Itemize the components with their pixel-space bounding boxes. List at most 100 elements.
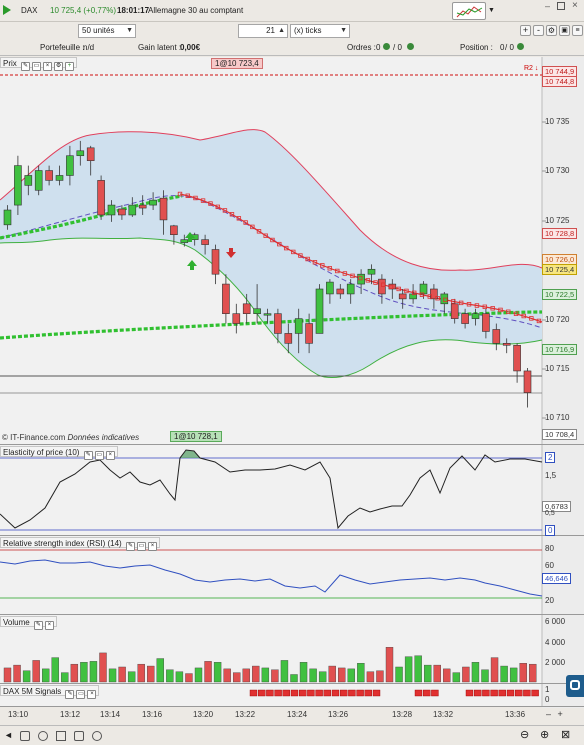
reset-view-icon[interactable]: ⊠ [561,728,570,741]
ticks-stepper-icon[interactable]: ▲ [278,25,285,37]
watermark-italic: Données indicatives [67,433,140,442]
side-panel-toggle[interactable] [566,675,584,697]
add-icon[interactable]: + [65,62,75,71]
volume-bar [443,668,451,683]
volume-bar [166,669,174,683]
volume-bar [328,665,336,683]
units-dropdown[interactable]: 50 unités ▼ [78,24,136,38]
volume-bar [271,669,279,683]
wrench-icon[interactable]: ✎ [65,690,75,699]
wrench-icon[interactable]: ✎ [21,62,31,71]
units-chevron-down-icon: ▼ [126,27,133,34]
tool-icon-2[interactable] [38,731,48,741]
volume-bar [61,672,69,683]
volume-bar [252,665,260,683]
instrument-name[interactable]: DAX [21,6,37,15]
candle-body [492,329,501,344]
candle-body [502,343,511,346]
candle-body [222,283,230,314]
chart-icon[interactable] [452,2,486,20]
top-bar: DAX 10 725,4 (+0,77%) 18:01:17 Allemagne… [0,0,584,22]
minimize-icon[interactable]: – [545,1,550,11]
tool-icon-5[interactable] [92,731,102,741]
tool-icon-1[interactable] [20,731,30,741]
volume-bar [70,663,79,683]
close-circle-icon[interactable]: × [87,690,97,699]
volume-bar [433,664,441,683]
list-icon[interactable]: ≡ [572,25,583,36]
volume-bar [261,667,270,683]
close-circle-icon[interactable]: × [43,62,53,71]
green-play-icon [3,5,11,15]
tool-icon-4[interactable] [74,731,84,741]
signal-marker [258,689,266,697]
zoom-magnifier-minus-icon[interactable]: ⊖ [520,728,529,741]
wrench-icon[interactable]: ✎ [33,621,43,630]
zoom-out-icon[interactable]: – [546,709,551,719]
volume-tick-2000: 2 000 [545,658,566,667]
zoom-in-icon[interactable]: + [558,709,563,719]
signal-marker [266,689,274,697]
order-tag[interactable]: 1@10 723,4 [211,58,263,69]
volume-bar [404,656,413,683]
signal-marker [523,689,531,697]
panel-icon[interactable]: ▣ [559,25,570,36]
elasticity-tick-0: 0 [545,525,556,536]
position-label: Position : [460,43,493,52]
close-circle-icon[interactable]: × [105,451,115,460]
window-icon[interactable]: ▭ [136,542,146,551]
lower-order-tag[interactable]: 1@10 728,1 [170,431,222,442]
volume-bar [309,668,317,683]
volume-bar [156,658,165,683]
volume-bar [290,674,298,683]
volume-bar [127,671,136,683]
axis-box-band-up: 10 728,8 [542,228,578,239]
plus-icon[interactable]: + [520,25,531,36]
candle-body [97,180,105,216]
axis-box-top2: 10 744,8 [542,76,578,87]
chart-dropdown-arrow-icon[interactable]: ▼ [488,7,495,14]
ticks-input[interactable]: 21 ▲ [238,24,288,38]
orders-info-icon-2[interactable] [407,43,414,50]
restore-icon[interactable] [557,2,565,10]
charts-area[interactable] [0,56,584,721]
close-circle-icon[interactable]: × [147,542,157,551]
portfolio-label: Portefeuille : [40,43,85,52]
ticks-unit-dropdown[interactable]: (x) ticks ▼ [290,24,350,38]
volume-bar [185,673,193,683]
signal-marker [249,689,258,697]
candle-body [346,283,355,295]
settings-icon[interactable]: ⚙ [546,25,557,36]
ticks-unit-chevron-down-icon: ▼ [340,27,347,34]
candle-body [450,303,459,319]
minus-icon[interactable]: - [533,25,544,36]
market-name: Allemagne 30 au comptant [148,6,244,15]
volume-bar [424,664,432,683]
orders-info-icon[interactable] [383,43,390,50]
volume-bar [462,666,470,683]
wrench-icon[interactable]: ✎ [125,542,135,551]
candle-body [482,313,490,332]
time-label: 13:28 [392,710,413,719]
volume-bar [471,662,480,683]
clock-time: 18:01:17 [117,6,150,15]
candle-body [284,333,293,344]
tool-icon-3[interactable] [56,731,66,741]
time-label: 13:20 [193,710,214,719]
wrench-icon[interactable]: ✎ [83,451,93,460]
volume-bar [89,661,98,683]
position-info-icon[interactable] [517,43,524,50]
close-icon[interactable]: × [572,0,578,11]
elasticity-tick-2: 2 [545,452,556,463]
volume-tick-6000: 6 000 [545,617,566,626]
zoom-magnifier-plus-icon[interactable]: ⊕ [540,728,549,741]
candle-body [201,239,209,245]
window-icon[interactable]: ▭ [76,690,86,699]
candle-body [253,308,261,314]
close-circle-icon[interactable]: × [44,621,54,630]
window-icon[interactable]: ▭ [94,451,104,460]
gear-icon[interactable]: ⚙ [54,62,64,71]
window-icon[interactable]: ▭ [32,62,42,71]
volume-bar [213,662,222,683]
arrow-left-icon[interactable]: ◄ [4,730,13,740]
